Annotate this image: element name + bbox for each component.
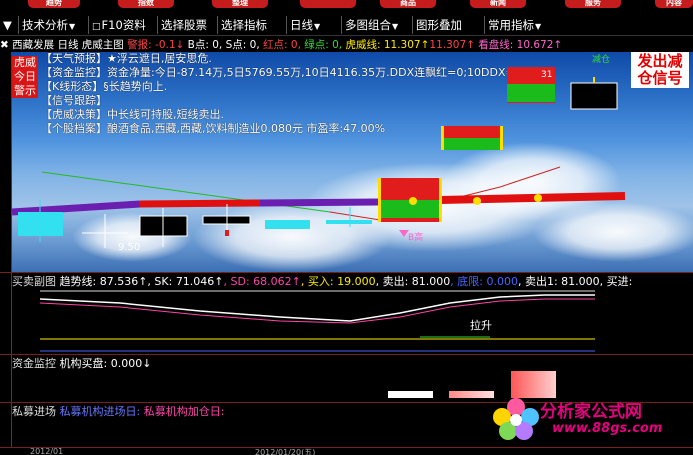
lift-label: 拉升	[470, 319, 492, 332]
price-chart	[11, 67, 626, 248]
main-indicator-line: ✖ 西藏发展 日线 虎威主图 警报: -0.1↓ B点: 0, S点: 0, 红…	[0, 38, 693, 52]
candle	[326, 220, 372, 224]
top-nav: 趋势 指数 整理 商品 新闻 服务 内容	[0, 0, 693, 8]
indicator-title[interactable]: ✖ 西藏发展 日线 虎威主图	[0, 39, 127, 51]
nav-tab-6[interactable]: 新闻	[470, 0, 526, 8]
watch-line-value: 看盘线: 10.672↑	[478, 39, 563, 51]
top-signal-count: 31	[541, 70, 553, 80]
coin-icon	[409, 197, 417, 205]
watermark-url: www.88gs.com	[552, 421, 663, 436]
fund-bar	[388, 391, 433, 398]
period-select[interactable]: 日线▼	[286, 16, 323, 34]
green-point-value: 绿点: 0,	[304, 39, 346, 51]
private-fund-title[interactable]: 私募进场	[12, 405, 60, 418]
trend-line-red	[329, 166, 561, 221]
signal-candle-mid-green	[444, 138, 500, 150]
coin-icon	[534, 194, 542, 202]
huwei-band-purple	[259, 198, 379, 207]
nav-tab-7[interactable]: 服务	[565, 0, 621, 8]
signal-candle-top-green	[507, 84, 555, 102]
f10-button[interactable]: □F10资料	[88, 16, 149, 34]
b-point-value: B点: 0,	[184, 39, 226, 51]
buy-signal-label: B高	[408, 233, 424, 243]
checkbox-icon: □	[92, 22, 101, 32]
buy-sell-subchart[interactable]: 买卖副图 趋势线: 87.536↑, SK: 71.046↑, SD: 68.0…	[0, 272, 693, 355]
select-indicator-button[interactable]: 选择指标	[217, 16, 270, 34]
watermark-title: 分析家公式网	[540, 402, 642, 422]
chevron-down-icon: ▼	[392, 22, 399, 31]
candle-edge	[441, 126, 444, 150]
toolbar: ▼ 技术分析▼ □F10资料 选择股票 选择指标 日线▼ 多图组合▼ 图形叠加 …	[0, 14, 693, 36]
chevron-down-icon: ▼	[69, 22, 76, 31]
private-entry-day: 私募机构进场日:	[59, 405, 144, 418]
chevron-down-icon: ▼	[535, 22, 542, 31]
candle	[570, 82, 618, 110]
subchart-lines	[39, 290, 595, 352]
nav-tab-3[interactable]: 整理	[212, 0, 268, 8]
date-axis: 2012/01 2012/01/20(五)	[0, 447, 693, 455]
tech-analysis-button[interactable]: 技术分析▼	[18, 16, 78, 34]
candle-edge	[439, 178, 442, 222]
multi-chart-button[interactable]: 多图组合▼	[341, 16, 401, 34]
red-point-value: 红点: 0,	[263, 39, 305, 51]
candle-edge	[500, 126, 503, 150]
flower-logo-icon	[493, 398, 539, 440]
private-fund-line: 私募进场 私募机构进场日: 私募机构加仓日:	[12, 405, 224, 419]
fund-monitor-line: 资金监控 机构买盘: 0.000↓	[12, 357, 151, 371]
reduce-position-signal-box: 发出减 仓信号	[631, 52, 689, 88]
fund-monitor-subchart[interactable]: 资金监控 机构买盘: 0.000↓	[0, 354, 693, 403]
nav-tab-5[interactable]: 商品	[380, 0, 436, 8]
nav-tab-1[interactable]: 趋势	[28, 0, 80, 8]
huwei-line-value: 虎威线: 11.307↑	[345, 39, 430, 51]
fund-bar	[449, 391, 494, 398]
huwei-line2-value: 11.307↑	[429, 39, 479, 51]
select-stock-button[interactable]: 选择股票	[157, 16, 210, 34]
common-indicators-button[interactable]: 常用指标▼	[484, 16, 544, 34]
chevron-down-icon: ▼	[314, 22, 321, 31]
fund-monitor-title[interactable]: 资金监控	[12, 357, 60, 370]
institution-buy-value: 机构买盘: 0.000↓	[59, 357, 152, 370]
nav-tab-2[interactable]: 指数	[118, 0, 174, 8]
dropdown-caret-icon: ▼	[3, 18, 12, 32]
candle-edge	[378, 178, 381, 222]
candle	[265, 220, 310, 229]
nav-tab-4[interactable]	[300, 0, 356, 8]
s-point-value: S点: 0,	[225, 39, 264, 51]
trend-line	[39, 294, 595, 322]
main-chart-pane[interactable]: 虎威 今日 警示 【天气预报】★浮云遮日,居安思危. 【资金监控】资金净量:今日…	[0, 52, 693, 272]
huwei-band-red	[439, 192, 626, 204]
private-add-day: 私募机构加仓日:	[143, 405, 225, 418]
reduce-label: 减仓	[592, 55, 611, 65]
nav-tab-8[interactable]: 内容	[655, 0, 693, 8]
toolbar-menu-button[interactable]: ▼	[0, 16, 15, 34]
huwei-band-red	[139, 199, 261, 208]
marker-icon	[225, 230, 229, 236]
site-watermark: 分析家公式网 www.88gs.com	[490, 397, 685, 441]
price-mark-label: 9.50	[118, 242, 141, 253]
huwei-band-purple	[11, 200, 141, 216]
date-label: 2012/01	[30, 447, 64, 455]
overlay-button[interactable]: 图形叠加	[412, 16, 465, 34]
cursor-date-label: 2012/01/20(五)	[255, 448, 316, 455]
alert-value: 警报: -0.1↓	[127, 39, 185, 51]
coin-icon	[473, 197, 481, 205]
fund-bar	[511, 371, 556, 398]
